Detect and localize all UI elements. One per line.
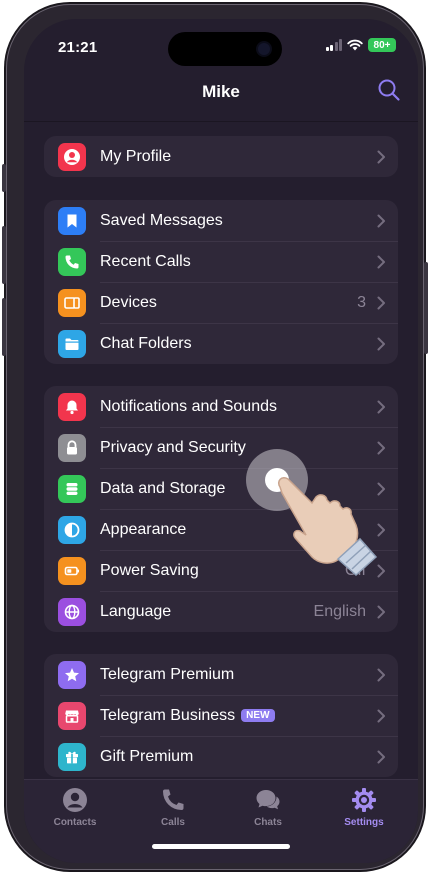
row-label: My Profile	[100, 148, 172, 165]
folder-icon	[58, 330, 86, 358]
row-label: Devices	[100, 294, 157, 311]
devices-count: 3	[357, 294, 366, 311]
mute-switch	[2, 164, 6, 192]
status-indicators: 80+	[325, 38, 396, 52]
status-time: 21:21	[58, 39, 98, 56]
tab-label: Settings	[344, 817, 384, 828]
wifi-icon	[347, 39, 363, 51]
settings-icon	[352, 788, 376, 812]
row-label: Saved Messages	[100, 212, 223, 229]
tab-calls[interactable]: Calls	[137, 786, 209, 828]
pointing-hand-icon	[277, 476, 378, 577]
business-label: Telegram Business	[100, 707, 236, 724]
settings-group-general: Saved Messages Recent Calls Devices 3 Ch…	[44, 200, 398, 364]
settings-group-premium: Telegram Premium Telegram Business NEW Gi…	[44, 654, 398, 777]
phone-icon	[58, 248, 86, 276]
contacts-icon	[63, 788, 87, 812]
row-telegram-premium[interactable]: Telegram Premium	[44, 654, 398, 695]
row-label: Power Saving	[100, 562, 199, 579]
star-icon	[58, 661, 86, 689]
battery-icon	[58, 557, 86, 585]
row-chat-folders[interactable]: Chat Folders	[44, 323, 398, 364]
home-indicator	[152, 844, 290, 849]
chevron-right-icon	[377, 605, 385, 619]
camera-icon	[258, 43, 270, 55]
chevron-right-icon	[377, 255, 385, 269]
screen: 21:21 80+ Mike My Profile Saved Messages…	[24, 19, 418, 863]
phone-frame: 21:21 80+ Mike My Profile Saved Messages…	[2, 4, 428, 870]
chevron-right-icon	[377, 296, 385, 310]
row-label: Language	[100, 603, 172, 620]
row-label: Telegram Premium	[100, 666, 235, 683]
row-label: Data and Storage	[100, 480, 226, 497]
tab-label: Chats	[254, 817, 282, 828]
row-devices[interactable]: Devices 3	[44, 282, 398, 323]
tab-settings[interactable]: Settings	[328, 786, 400, 828]
gift-icon	[58, 743, 86, 771]
row-telegram-business[interactable]: Telegram Business NEW	[44, 695, 398, 736]
row-privacy-security[interactable]: Privacy and Security	[44, 427, 398, 468]
bookmark-icon	[58, 207, 86, 235]
chevron-right-icon	[377, 400, 385, 414]
row-recent-calls[interactable]: Recent Calls	[44, 241, 398, 282]
tab-label: Calls	[161, 817, 185, 828]
power-button	[424, 262, 428, 354]
signal-icon	[325, 39, 342, 51]
chats-icon	[256, 790, 280, 810]
chevron-right-icon	[377, 750, 385, 764]
row-label: Recent Calls	[100, 253, 191, 270]
calls-icon	[163, 789, 184, 810]
row-label: Privacy and Security	[100, 439, 246, 456]
row-my-profile[interactable]: My Profile	[44, 136, 398, 177]
dynamic-island	[168, 32, 282, 66]
search-icon[interactable]	[376, 77, 402, 103]
settings-group-profile: My Profile	[44, 136, 398, 177]
volume-down-button	[2, 298, 6, 356]
tab-bar: Contacts Calls Chats Settings	[24, 779, 418, 863]
globe-icon	[58, 598, 86, 626]
tab-label: Contacts	[53, 817, 97, 828]
tab-chats[interactable]: Chats	[232, 786, 304, 828]
chevron-right-icon	[377, 337, 385, 351]
profile-icon	[58, 143, 86, 171]
row-label: Gift Premium	[100, 748, 194, 765]
row-language[interactable]: Language English	[44, 591, 398, 632]
chevron-right-icon	[377, 668, 385, 682]
chevron-right-icon	[377, 441, 385, 455]
row-saved-messages[interactable]: Saved Messages	[44, 200, 398, 241]
half-circle-icon	[58, 516, 86, 544]
status-bar: 21:21 80+	[24, 19, 418, 73]
row-gift-premium[interactable]: Gift Premium	[44, 736, 398, 777]
volume-up-button	[2, 226, 6, 284]
store-icon	[58, 702, 86, 730]
devices-icon	[58, 289, 86, 317]
chevron-right-icon	[377, 709, 385, 723]
battery-indicator: 80+	[368, 38, 396, 52]
database-icon	[58, 475, 86, 503]
row-label: Telegram Business NEW	[100, 707, 275, 725]
tab-contacts[interactable]: Contacts	[39, 786, 111, 828]
lock-icon	[58, 434, 86, 462]
page-title: Mike	[202, 82, 240, 101]
row-label: Notifications and Sounds	[100, 398, 277, 415]
language-value: English	[313, 603, 366, 620]
nav-header: Mike	[24, 73, 418, 111]
chevron-right-icon	[377, 150, 385, 164]
row-label: Appearance	[100, 521, 187, 538]
new-badge: NEW	[241, 709, 275, 722]
bell-icon	[58, 393, 86, 421]
chevron-right-icon	[377, 214, 385, 228]
row-label: Chat Folders	[100, 335, 192, 352]
row-notifications[interactable]: Notifications and Sounds	[44, 386, 398, 427]
